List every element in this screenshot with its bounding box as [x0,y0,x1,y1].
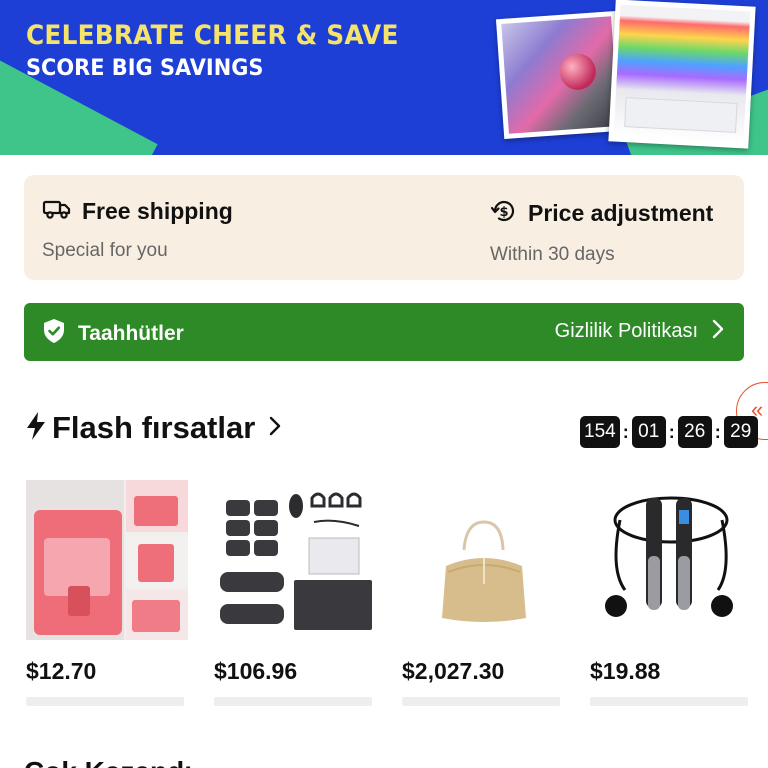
commitments-label: Taahhütler [78,321,184,345]
chevron-right-icon [269,416,281,441]
product-placeholder-bar [590,697,748,706]
commitments-bar[interactable]: Taahhütler Gizlilik Politikası [24,303,744,361]
chevron-right-icon [712,319,724,344]
flash-deals-title: Flash fırsatlar [52,410,256,445]
product-card[interactable]: $2,027.30 [402,480,564,706]
product-price: $12.70 [26,658,97,684]
price-refresh-icon: $ [490,197,518,230]
privacy-policy-link[interactable]: Gizlilik Politikası [555,319,724,344]
banner-product-image [608,0,756,149]
lightning-icon [24,411,48,446]
product-placeholder-bar [214,697,372,706]
banner-subheadline: SCORE BIG SAVINGS [26,56,264,81]
price-adjustment-subtitle: Within 30 days [490,244,615,265]
product-image [590,480,752,640]
next-section-title: Çok Kazandı [24,756,192,768]
flash-deals-header[interactable]: Flash fırsatlar [24,410,281,446]
countdown-timer: 154 : 01 : 26 : 29 [580,416,758,448]
product-image [214,480,376,640]
product-card[interactable]: $12.70 [26,480,188,706]
product-card[interactable]: $106.96 [214,480,376,706]
product-placeholder-bar [26,697,184,706]
price-adjustment-info: $ Price adjustment Within 30 days [490,197,713,266]
free-shipping-info: Free shipping Special for you [42,197,233,262]
product-price: $106.96 [214,658,298,684]
privacy-policy-label: Gizlilik Politikası [554,320,698,342]
product-placeholder-bar [402,697,560,706]
product-price: $19.88 [590,658,661,684]
timer-minutes: 01 [631,416,666,448]
shield-check-icon [42,318,66,349]
price-adjustment-title: Price adjustment [528,200,714,226]
promo-banner[interactable]: CELEBRATE CHEER & SAVE SCORE BIG SAVINGS [0,0,768,155]
product-image [402,480,564,640]
svg-text:$: $ [499,205,508,220]
product-price: $2,027.30 [402,658,505,684]
timer-centiseconds: 29 [723,416,758,448]
product-image [26,480,188,640]
free-shipping-title: Free shipping [82,198,233,224]
banner-headline: CELEBRATE CHEER & SAVE [26,20,399,51]
timer-seconds: 26 [677,416,712,448]
benefits-card[interactable]: Free shipping Special for you $ Price ad… [24,175,744,280]
timer-hours: 154 [580,416,620,448]
product-card[interactable]: $19.88 [590,480,752,706]
free-shipping-subtitle: Special for you [42,240,168,261]
banner-product-image [495,10,625,140]
truck-icon [42,197,72,226]
